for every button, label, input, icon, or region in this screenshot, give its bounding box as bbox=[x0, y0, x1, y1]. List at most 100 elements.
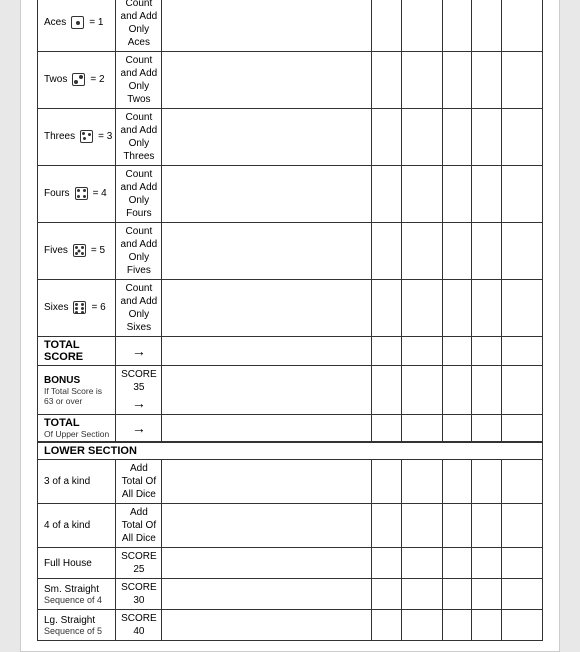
aces-row: Aces = 1 Count and Add Only Aces bbox=[38, 0, 543, 51]
4kind-g2-three[interactable] bbox=[502, 504, 543, 548]
sm-straight-g2-two[interactable] bbox=[471, 579, 501, 610]
fives-g2-three[interactable] bbox=[502, 222, 543, 279]
fives-g1-one[interactable] bbox=[162, 222, 371, 279]
twos-g2-one[interactable] bbox=[443, 51, 472, 108]
sixes-g1-two[interactable] bbox=[371, 279, 401, 336]
4kind-row: 4 of a kind Add Total Of All Dice bbox=[38, 504, 543, 548]
score-table: UPPER SECTION HOW TO SCORE GAME 1 GAME 2… bbox=[37, 0, 543, 641]
3kind-g2-two[interactable] bbox=[471, 460, 501, 504]
4kind-g2-two[interactable] bbox=[471, 504, 501, 548]
4kind-g2-one[interactable] bbox=[443, 504, 472, 548]
sm-straight-g1-three[interactable] bbox=[402, 579, 443, 610]
twos-label: Twos = 2 bbox=[38, 51, 116, 108]
threes-g1-two[interactable] bbox=[371, 108, 401, 165]
sixes-g1-one[interactable] bbox=[162, 279, 371, 336]
bonus-g2-two[interactable] bbox=[471, 365, 501, 414]
fours-g2-three[interactable] bbox=[502, 165, 543, 222]
sm-straight-g1-one[interactable] bbox=[162, 579, 371, 610]
twos-how: Count and Add Only Twos bbox=[116, 51, 162, 108]
fours-g1-one[interactable] bbox=[162, 165, 371, 222]
aces-g1-one[interactable] bbox=[162, 0, 371, 51]
total-score-g1-three[interactable] bbox=[402, 336, 443, 365]
3kind-g1-two[interactable] bbox=[371, 460, 401, 504]
total-upper-g2-two[interactable] bbox=[471, 415, 501, 443]
fullhouse-g1-one[interactable] bbox=[162, 548, 371, 579]
sm-straight-label: Sm. Straight Sequence of 4 bbox=[38, 579, 116, 610]
4kind-g1-two[interactable] bbox=[371, 504, 401, 548]
lg-straight-how: SCORE 40 bbox=[116, 610, 162, 641]
dice-5-icon bbox=[73, 244, 86, 257]
total-score-arrow: → bbox=[116, 336, 162, 365]
total-upper-g2-one[interactable] bbox=[443, 415, 472, 443]
bonus-how: SCORE 35 → bbox=[116, 365, 162, 414]
total-upper-g1-three[interactable] bbox=[402, 415, 443, 443]
total-score-g1-two[interactable] bbox=[371, 336, 401, 365]
aces-g2-three[interactable] bbox=[502, 0, 543, 51]
aces-g1-three[interactable] bbox=[402, 0, 443, 51]
twos-g2-three[interactable] bbox=[502, 51, 543, 108]
total-score-g1-one[interactable] bbox=[162, 336, 371, 365]
threes-g2-three[interactable] bbox=[502, 108, 543, 165]
3kind-g1-three[interactable] bbox=[402, 460, 443, 504]
4kind-g1-one[interactable] bbox=[162, 504, 371, 548]
fours-g2-two[interactable] bbox=[471, 165, 501, 222]
bonus-g2-three[interactable] bbox=[502, 365, 543, 414]
sixes-g2-one[interactable] bbox=[443, 279, 472, 336]
fives-g1-three[interactable] bbox=[402, 222, 443, 279]
lg-straight-g2-three[interactable] bbox=[502, 610, 543, 641]
total-upper-g1-one[interactable] bbox=[162, 415, 371, 443]
3kind-label: 3 of a kind bbox=[38, 460, 116, 504]
lg-straight-g1-three[interactable] bbox=[402, 610, 443, 641]
lg-straight-row: Lg. Straight Sequence of 5 SCORE 40 bbox=[38, 610, 543, 641]
threes-g1-one[interactable] bbox=[162, 108, 371, 165]
3kind-g2-three[interactable] bbox=[502, 460, 543, 504]
fullhouse-g1-two[interactable] bbox=[371, 548, 401, 579]
sm-straight-g1-two[interactable] bbox=[371, 579, 401, 610]
fives-g2-two[interactable] bbox=[471, 222, 501, 279]
bonus-g2-one[interactable] bbox=[443, 365, 472, 414]
aces-g1-two[interactable] bbox=[371, 0, 401, 51]
fullhouse-how: SCORE 25 bbox=[116, 548, 162, 579]
lg-straight-g1-one[interactable] bbox=[162, 610, 371, 641]
fullhouse-g2-three[interactable] bbox=[502, 548, 543, 579]
fours-g1-two[interactable] bbox=[371, 165, 401, 222]
sixes-g2-three[interactable] bbox=[502, 279, 543, 336]
sixes-g2-two[interactable] bbox=[471, 279, 501, 336]
fullhouse-g2-two[interactable] bbox=[471, 548, 501, 579]
twos-g2-two[interactable] bbox=[471, 51, 501, 108]
fours-g1-three[interactable] bbox=[402, 165, 443, 222]
total-upper-g1-two[interactable] bbox=[371, 415, 401, 443]
total-score-g2-three[interactable] bbox=[502, 336, 543, 365]
4kind-g1-three[interactable] bbox=[402, 504, 443, 548]
sixes-how: Count and Add Only Sixes bbox=[116, 279, 162, 336]
total-score-g2-one[interactable] bbox=[443, 336, 472, 365]
bonus-g1-one[interactable] bbox=[162, 365, 371, 414]
sm-straight-g2-one[interactable] bbox=[443, 579, 472, 610]
fives-g1-two[interactable] bbox=[371, 222, 401, 279]
fours-g2-one[interactable] bbox=[443, 165, 472, 222]
lg-straight-g2-one[interactable] bbox=[443, 610, 472, 641]
threes-g2-one[interactable] bbox=[443, 108, 472, 165]
sm-straight-g2-three[interactable] bbox=[502, 579, 543, 610]
total-upper-g2-three[interactable] bbox=[502, 415, 543, 443]
threes-g1-three[interactable] bbox=[402, 108, 443, 165]
3kind-g1-one[interactable] bbox=[162, 460, 371, 504]
twos-g1-one[interactable] bbox=[162, 51, 371, 108]
fives-g2-one[interactable] bbox=[443, 222, 472, 279]
threes-g2-two[interactable] bbox=[471, 108, 501, 165]
3kind-g2-one[interactable] bbox=[443, 460, 472, 504]
twos-g1-three[interactable] bbox=[402, 51, 443, 108]
lg-straight-g1-two[interactable] bbox=[371, 610, 401, 641]
fours-label: Fours = 4 bbox=[38, 165, 116, 222]
aces-g2-two[interactable] bbox=[471, 0, 501, 51]
bonus-g1-two[interactable] bbox=[371, 365, 401, 414]
lg-straight-g2-two[interactable] bbox=[471, 610, 501, 641]
aces-g2-one[interactable] bbox=[443, 0, 472, 51]
fullhouse-g2-one[interactable] bbox=[443, 548, 472, 579]
bonus-g1-three[interactable] bbox=[402, 365, 443, 414]
twos-g1-two[interactable] bbox=[371, 51, 401, 108]
fullhouse-g1-three[interactable] bbox=[402, 548, 443, 579]
total-score-g2-two[interactable] bbox=[471, 336, 501, 365]
sixes-g1-three[interactable] bbox=[402, 279, 443, 336]
aces-how: Count and Add Only Aces bbox=[116, 0, 162, 51]
